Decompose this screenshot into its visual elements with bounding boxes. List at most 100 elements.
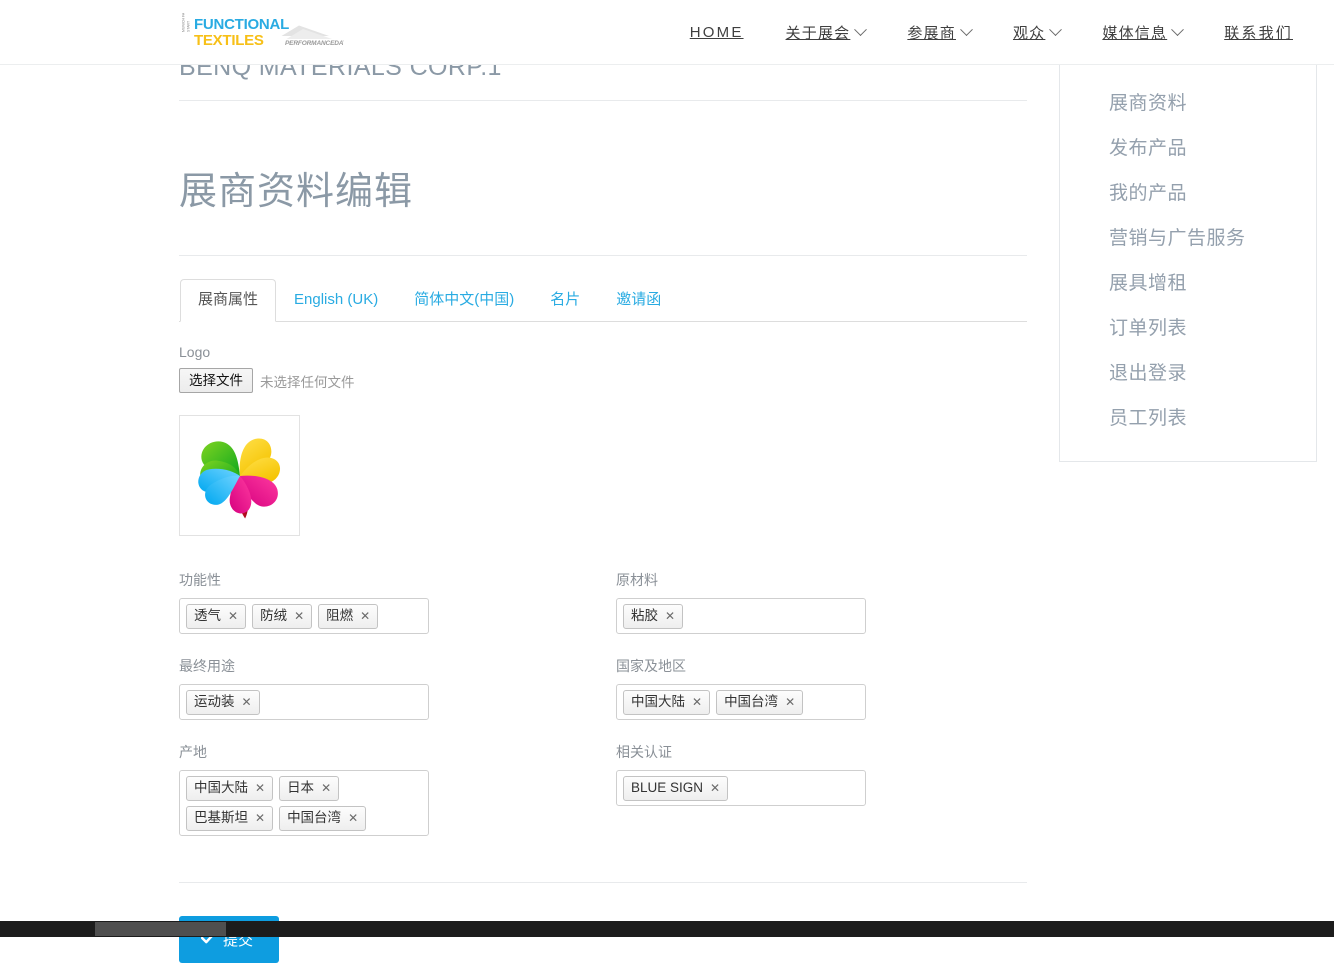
svg-text:TEXTILES: TEXTILES (194, 32, 264, 49)
tag-remove-icon[interactable]: ✕ (228, 610, 238, 622)
tag-remove-icon[interactable]: ✕ (785, 696, 795, 708)
functional-textiles-logo-icon: MUNICH FABRIC START FUNCTIONAL TEXTILES … (182, 4, 353, 49)
tag-label: 中国大陆 (194, 780, 248, 795)
nav-item-0[interactable]: HOME (669, 24, 765, 41)
nav-item-5[interactable]: 联系我们 (1203, 22, 1314, 43)
nav-item-label: 媒体信息 (1102, 25, 1168, 42)
tag-input-place-of-origin[interactable]: 中国大陆 ✕ 日本 ✕ 巴基斯坦 ✕ 中国台湾 ✕ (179, 770, 429, 836)
tag-remove-icon[interactable]: ✕ (360, 610, 370, 622)
tab-2[interactable]: 简体中文(中国) (396, 279, 532, 322)
tag-remove-icon[interactable]: ✕ (294, 610, 304, 622)
tag-input-country-region[interactable]: 中国大陆 ✕ 中国台湾 ✕ (616, 684, 866, 720)
tag-label: 防绒 (260, 608, 288, 623)
chevron-down-icon (960, 23, 973, 37)
svg-text:FUNCTIONAL: FUNCTIONAL (194, 16, 289, 33)
tag-input-raw-material[interactable]: 粘胶 ✕ (616, 598, 866, 634)
nav-item-2[interactable]: 参展商 (886, 22, 992, 43)
sidebar-item-0[interactable]: 展商资料 (1060, 79, 1316, 124)
tag-remove-icon[interactable]: ✕ (321, 782, 331, 794)
page-root: BENQ MATERIALS CORP.1 展商资料编辑 展商属性 English… (0, 0, 1334, 963)
main-content: 展商资料编辑 展商属性 English (UK) 简体中文(中国) 名片 邀请函 Log… (179, 160, 1027, 963)
field-label-place-of-origin: 产地 (179, 744, 207, 760)
four-leaf-clover-icon (197, 437, 280, 518)
chevron-down-icon (854, 23, 868, 37)
tag-input-certifications[interactable]: BLUE SIGN ✕ (616, 770, 866, 806)
field-label-raw-material: 原材料 (616, 572, 658, 588)
tag-label: 阻燃 (326, 608, 354, 623)
tag-item: 粘胶 ✕ (623, 604, 684, 629)
tag-item: 运动装 ✕ (186, 690, 260, 715)
sidebar-item-2[interactable]: 我的产品 (1060, 169, 1316, 214)
tab-0[interactable]: 展商属性 (180, 279, 277, 322)
tag-item: 中国大陆 ✕ (186, 776, 274, 801)
site-header: MUNICH FABRIC START FUNCTIONAL TEXTILES … (0, 0, 1334, 65)
nav-item-label: 联系我们 (1224, 25, 1293, 42)
tab-3[interactable]: 名片 (532, 279, 598, 322)
attribute-grid: 功能性 透气 ✕ 防绒 ✕ 阻燃 ✕ 原材料 粘胶 ✕ 最终用途 运动装 ✕ 国家及地区 中国大陆 ✕ 中国台湾… (179, 570, 1027, 858)
tag-label: 巴基斯坦 (194, 810, 248, 825)
tab-1[interactable]: English (UK) (276, 279, 396, 322)
page-title: 展商资料编辑 (179, 160, 1027, 256)
site-logo[interactable]: MUNICH FABRIC START FUNCTIONAL TEXTILES … (179, 4, 353, 53)
tag-label: 粘胶 (631, 608, 658, 623)
tag-label: 中国台湾 (724, 694, 779, 709)
field-raw-material: 原材料粘胶 ✕ (616, 570, 1027, 656)
tag-label: 透气 (194, 608, 221, 623)
tag-item: BLUE SIGN ✕ (623, 776, 729, 801)
tag-item: 日本 ✕ (279, 776, 340, 801)
tag-remove-icon[interactable]: ✕ (255, 812, 265, 824)
field-label-certifications: 相关认证 (616, 744, 672, 760)
tag-input-functionality[interactable]: 透气 ✕ 防绒 ✕ 阻燃 ✕ (179, 598, 429, 634)
tab-4[interactable]: 邀请函 (598, 279, 679, 322)
chevron-down-icon (1049, 23, 1063, 37)
tag-item: 中国台湾 ✕ (716, 690, 804, 715)
tag-remove-icon[interactable]: ✕ (348, 812, 358, 824)
nav-item-4[interactable]: 媒体信息 (1081, 22, 1203, 43)
tag-item: 中国大陆 ✕ (623, 690, 711, 715)
nav-item-3[interactable]: 观众 (992, 22, 1081, 43)
nav-item-1[interactable]: 关于展会 (765, 22, 887, 43)
horizontal-scrollbar[interactable] (0, 921, 1334, 937)
field-end-use: 最终用途 运动装 ✕ (179, 656, 616, 742)
sidebar-item-1[interactable]: 发布产品 (1060, 124, 1316, 169)
nav-item-label: 参展商 (907, 25, 956, 42)
nav-item-label: 观众 (1012, 25, 1046, 42)
tag-input-end-use[interactable]: 运动装 ✕ (179, 684, 429, 720)
sidebar-item-7[interactable]: 员工列表 (1060, 394, 1316, 439)
main-nav: HOME 关于展会 参展商 观众 媒体信息 联系我们 (669, 0, 1314, 65)
tag-remove-icon[interactable]: ✕ (242, 696, 252, 708)
sidebar-item-5[interactable]: 订单列表 (1060, 304, 1316, 349)
tag-label: 中国大陆 (631, 694, 685, 709)
form-divider (179, 882, 1027, 883)
sidebar-item-3[interactable]: 营销与广告服务 (1060, 214, 1316, 259)
field-functionality: 功能性透气 ✕ 防绒 ✕ 阻燃 ✕ (179, 570, 616, 656)
tag-remove-icon[interactable]: ✕ (692, 696, 702, 708)
svg-text:MUNICH FABRIC: MUNICH FABRIC (182, 13, 186, 32)
file-status-text: 未选择任何文件 (260, 374, 355, 390)
nav-item-label: 关于展会 (785, 25, 851, 42)
tag-item: 透气 ✕ (186, 604, 247, 629)
chevron-down-icon (1171, 23, 1185, 37)
tag-label: 中国台湾 (287, 810, 342, 825)
field-label-country-region: 国家及地区 (616, 658, 686, 674)
nav-item-label: HOME (689, 24, 744, 41)
tag-remove-icon[interactable]: ✕ (710, 782, 720, 794)
svg-text:START: START (187, 20, 191, 32)
user-sidebar: 展商资料 发布产品 我的产品 营销与广告服务 展具增租 订单列表 退出登录 员工列表 (1059, 58, 1317, 462)
tag-label: 运动装 (194, 694, 235, 709)
field-place-of-origin: 产地 中国大陆 ✕ 日本 ✕ 巴基斯坦 ✕ 中国台湾 ✕ (179, 742, 616, 858)
tag-remove-icon[interactable]: ✕ (665, 610, 675, 622)
sidebar-item-4[interactable]: 展具增租 (1060, 259, 1316, 304)
field-label-functionality: 功能性 (179, 572, 221, 588)
field-certifications: 相关认证 BLUE SIGN ✕ (616, 742, 1027, 858)
tag-remove-icon[interactable]: ✕ (255, 782, 265, 794)
exhibitor-form: Logo 选择文件 未选择任何文件 功能性 透气 ✕ 防绒 ✕ 阻燃 ✕ 原材料… (179, 322, 1027, 963)
choose-file-button[interactable]: 选择文件 (179, 368, 253, 393)
logo-field-label: Logo (179, 344, 211, 360)
horizontal-scrollbar-thumb[interactable] (95, 922, 226, 936)
logo-preview (179, 415, 300, 536)
tag-item: 防绒 ✕ (252, 604, 313, 629)
sidebar-item-6[interactable]: 退出登录 (1060, 349, 1316, 394)
tab-bar: 展商属性 English (UK) 简体中文(中国) 名片 邀请函 (179, 279, 1027, 322)
tag-label: BLUE SIGN (631, 780, 704, 795)
